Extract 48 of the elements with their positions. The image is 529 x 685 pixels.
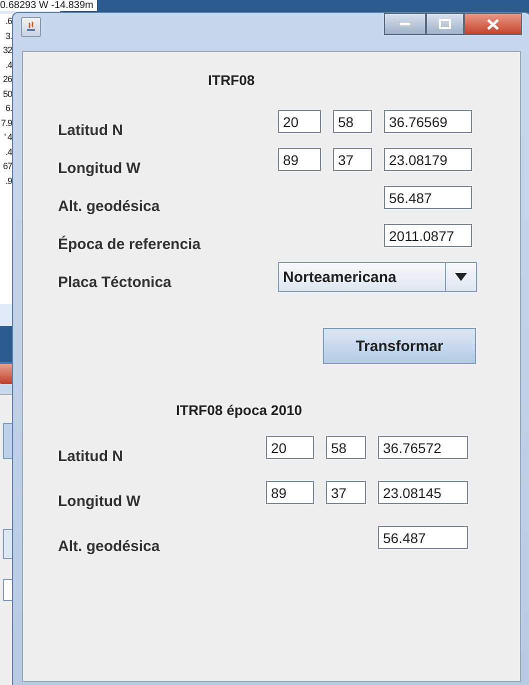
input-field[interactable]: 56.487	[384, 186, 472, 209]
close-icon	[487, 18, 499, 30]
dropdown-arrow-icon	[455, 273, 467, 281]
list-text: .4	[5, 146, 12, 158]
list-text: 3.	[5, 30, 12, 42]
input-field[interactable]: 89	[266, 481, 314, 504]
field-label: Placa Téctonica	[58, 273, 172, 291]
list-text: 67	[2, 160, 12, 173]
transform-button[interactable]: Transformar	[323, 328, 476, 364]
field-label: Alt. geodésica	[58, 537, 161, 555]
list-text: 32	[2, 44, 12, 57]
list-text: 26	[2, 73, 12, 86]
input-field[interactable]: 37	[326, 481, 366, 504]
input-field[interactable]: 89	[278, 148, 321, 171]
field-label: Latitud N	[58, 447, 124, 465]
input-field[interactable]: 36.76572	[378, 436, 468, 459]
list-text: ' 4	[4, 131, 12, 144]
input-field[interactable]: 58	[333, 110, 372, 133]
minimize-icon	[399, 22, 411, 26]
input-field[interactable]: 23.08179	[384, 148, 472, 171]
input-field[interactable]: 58	[326, 436, 366, 459]
field-label: Longitud W	[58, 492, 142, 510]
java-app-icon	[21, 17, 41, 37]
field-label: Época de referencia	[58, 234, 202, 253]
close-button[interactable]	[464, 13, 522, 35]
input-field[interactable]: 20	[266, 436, 314, 459]
section-title: ITRF08	[208, 72, 256, 88]
list-text: .9	[5, 174, 12, 188]
list-text: 0.68293 W -14.839m	[0, 0, 98, 11]
section-title: ITRF08 época 2010	[176, 402, 304, 418]
maximize-icon	[439, 19, 451, 29]
list-text: .4	[5, 58, 12, 72]
input-field[interactable]: 56.487	[378, 526, 468, 549]
input-field[interactable]: 20	[278, 110, 321, 133]
field-label: Alt. geodésica	[58, 197, 161, 215]
maximize-button[interactable]	[426, 13, 464, 35]
input-field[interactable]: 36.76569	[384, 110, 472, 133]
list-text: .6	[5, 15, 12, 28]
plate-dropdown[interactable]: Norteamericana	[278, 262, 477, 292]
field-label: Longitud W	[58, 159, 142, 177]
list-text: 6.	[5, 102, 12, 115]
minimize-button[interactable]	[384, 13, 426, 35]
field-label: Latitud N	[58, 121, 124, 139]
input-field[interactable]: 23.08145	[378, 481, 468, 504]
input-field[interactable]: 37	[333, 148, 372, 171]
list-text: 50	[2, 88, 12, 100]
list-text: 7.9	[0, 116, 12, 130]
input-field[interactable]: 2011.0877	[384, 224, 472, 247]
